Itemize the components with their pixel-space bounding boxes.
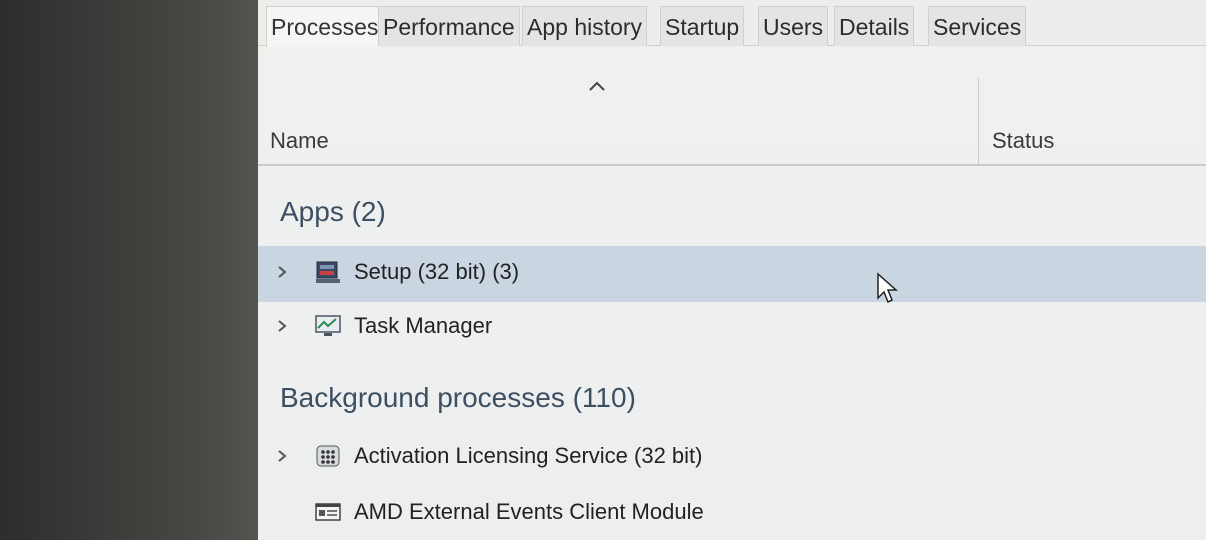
process-row-activation-licensing[interactable]: Activation Licensing Service (32 bit) <box>258 430 1206 486</box>
window-app-icon <box>314 498 342 526</box>
group-title-apps: Apps (2) <box>280 196 386 227</box>
tab-users[interactable]: Users <box>758 6 829 46</box>
process-row-amd-external-events[interactable]: AMD External Events Client Module <box>258 486 1206 540</box>
process-row-setup[interactable]: Setup (32 bit) (3) <box>258 246 1206 302</box>
tab-startup[interactable]: Startup <box>660 6 745 46</box>
task-manager-icon <box>314 312 342 340</box>
column-header-area <box>258 46 1206 166</box>
process-label: Task Manager <box>354 313 493 338</box>
process-label: AMD External Events Client Module <box>354 499 704 524</box>
group-title-background-processes: Background processes (110) <box>280 382 636 413</box>
tab-app-history[interactable]: App history <box>522 6 648 46</box>
tab-details[interactable]: Details <box>834 6 915 46</box>
monitor-bezel <box>0 0 258 540</box>
column-header-status[interactable]: Status <box>992 128 1054 154</box>
tab-processes[interactable]: Processes <box>266 6 384 47</box>
tab-bar: Processes Performance App history Startu… <box>258 0 1206 47</box>
task-manager-window: Processes Performance App history Startu… <box>258 0 1206 540</box>
column-header-name[interactable]: Name <box>270 128 329 154</box>
process-row-task-manager[interactable]: Task Manager <box>258 300 1206 356</box>
chevron-right-icon[interactable] <box>276 260 288 286</box>
process-label: Activation Licensing Service (32 bit) <box>354 443 703 468</box>
chevron-right-icon[interactable] <box>276 314 288 340</box>
setup-icon <box>314 258 342 286</box>
caret-up-icon[interactable] <box>588 72 606 98</box>
chevron-right-icon[interactable] <box>276 444 288 470</box>
column-divider[interactable] <box>978 78 979 164</box>
process-label: Setup (32 bit) (3) <box>354 259 520 284</box>
tab-services[interactable]: Services <box>928 6 1027 46</box>
mouse-pointer-icon <box>876 272 900 306</box>
tab-performance[interactable]: Performance <box>378 6 520 46</box>
service-icon <box>314 442 342 470</box>
